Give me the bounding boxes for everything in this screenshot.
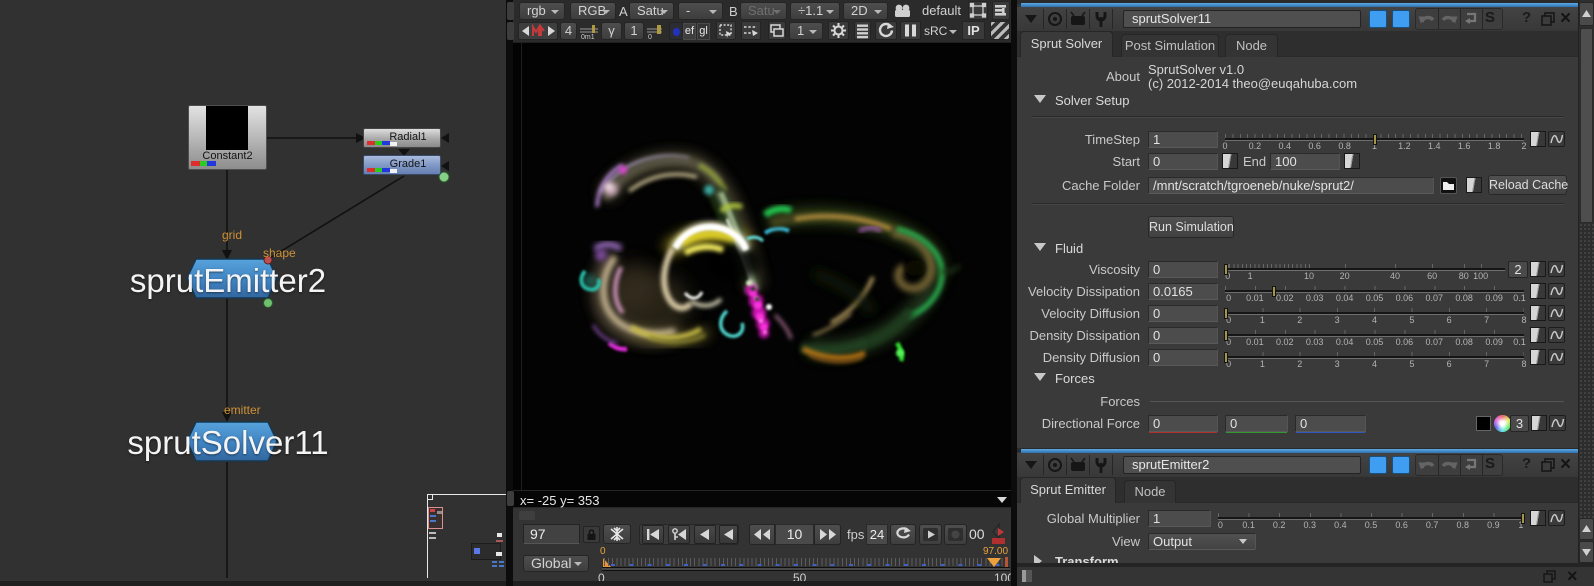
svg-text:0m1: 0m1 — [581, 34, 595, 40]
svg-text:0: 0 — [648, 34, 652, 40]
